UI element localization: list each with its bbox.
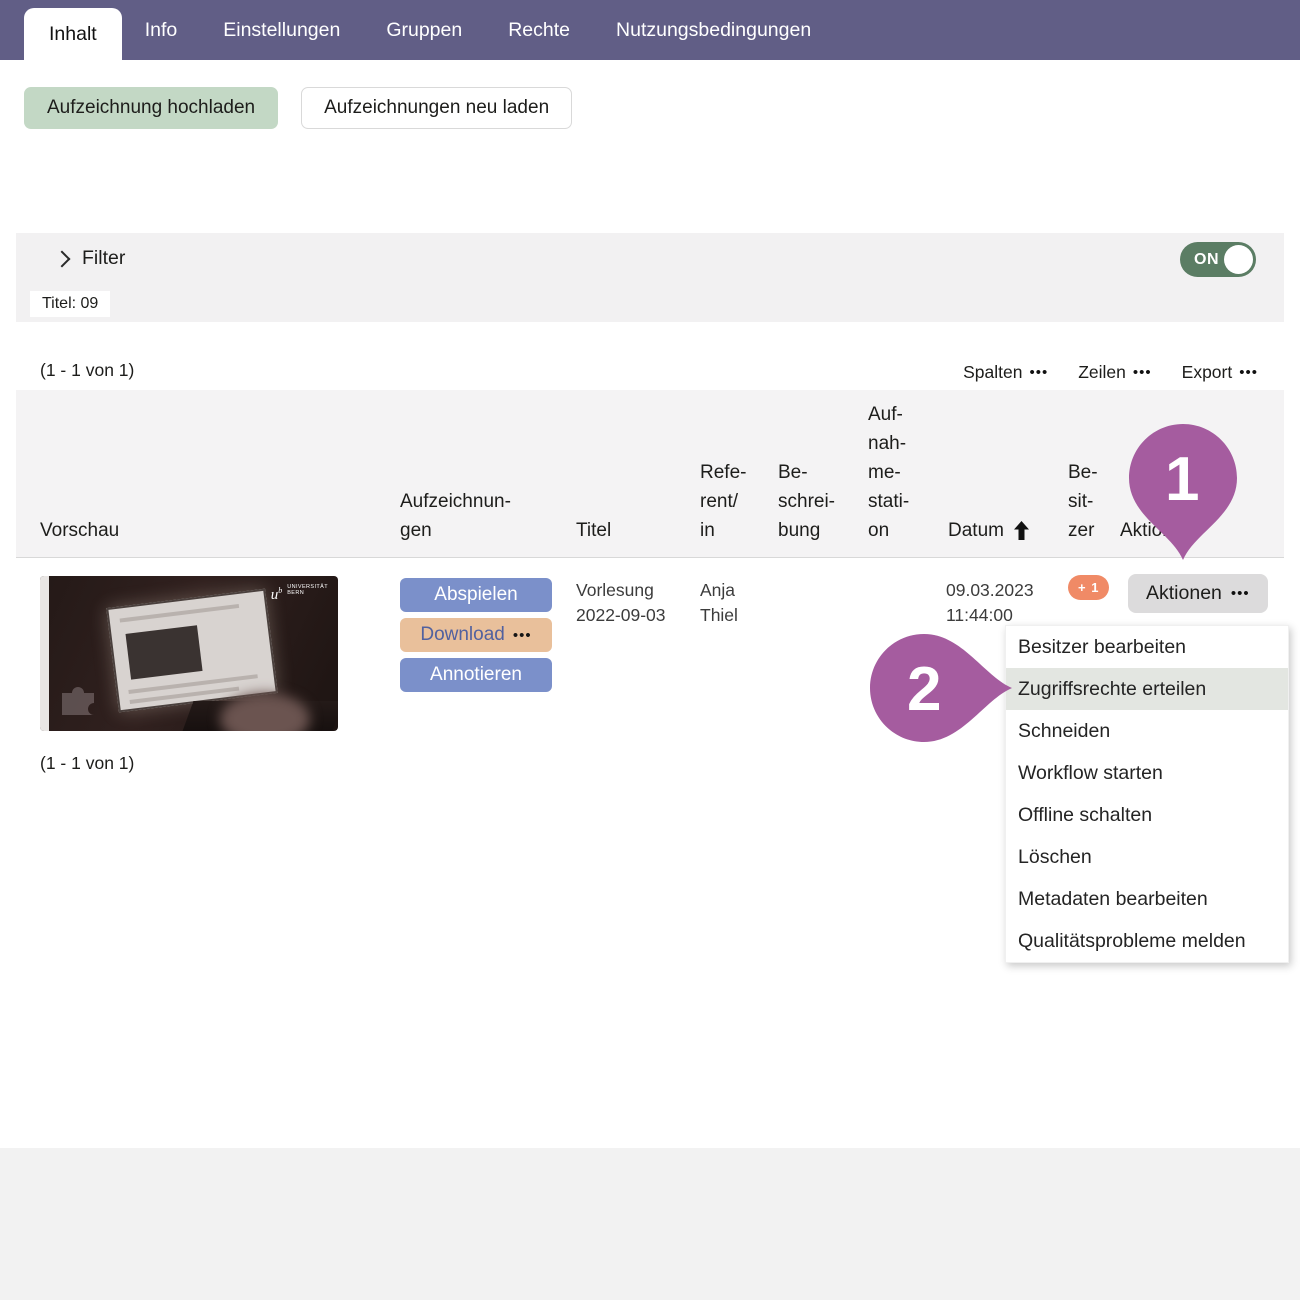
column-header-aufzeichnungen: Aufzeichnun- gen <box>400 487 511 545</box>
ellipsis-icon: ••• <box>513 627 532 644</box>
columns-label: Spalten <box>963 362 1022 383</box>
ellipsis-icon: ••• <box>1133 364 1152 381</box>
cell-titel: Vorlesung 2022-09-03 <box>576 578 676 628</box>
tab-inhalt[interactable]: Inhalt <box>24 8 122 60</box>
download-label: Download <box>420 624 505 646</box>
step-marker-1-number: 1 <box>1165 444 1199 515</box>
menu-item-loeschen[interactable]: Löschen <box>1006 836 1288 878</box>
row-actions-button[interactable]: Aktionen ••• <box>1128 574 1268 613</box>
reload-recordings-button[interactable]: Aufzeichnungen neu laden <box>301 87 572 129</box>
step-marker-2: 2 <box>868 632 1014 744</box>
toolbar: Aufzeichnung hochladen Aufzeichnungen ne… <box>24 87 572 129</box>
menu-item-besitzer-bearbeiten[interactable]: Besitzer bearbeiten <box>1006 626 1288 668</box>
menu-item-zugriffsrechte-erteilen[interactable]: Zugriffsrechte erteilen <box>1006 668 1288 710</box>
table-header: Vorschau Aufzeichnun- gen Titel Refe- re… <box>16 390 1284 558</box>
universitaet-bern-logo: ub UNIVERSITÄT BERN <box>271 584 328 602</box>
play-button[interactable]: Abspielen <box>400 578 552 612</box>
column-header-beschreibung[interactable]: Be- schrei- bung <box>778 458 835 545</box>
menu-item-offline-schalten[interactable]: Offline schalten <box>1006 794 1288 836</box>
download-button[interactable]: Download ••• <box>400 618 552 652</box>
tab-gruppen[interactable]: Gruppen <box>363 0 485 60</box>
tab-info[interactable]: Info <box>122 0 201 60</box>
screen-line <box>120 604 240 623</box>
columns-menu-button[interactable]: Spalten ••• <box>963 362 1048 383</box>
upload-recording-button[interactable]: Aufzeichnung hochladen <box>24 87 278 129</box>
list-controls: Spalten ••• Zeilen ••• Export ••• <box>963 362 1258 383</box>
rows-menu-button[interactable]: Zeilen ••• <box>1078 362 1151 383</box>
puzzle-piece-icon <box>58 679 104 719</box>
actions-label: Aktionen <box>1146 582 1222 605</box>
rows-label: Zeilen <box>1078 362 1126 383</box>
column-header-titel[interactable]: Titel <box>576 516 611 545</box>
datum-label: Datum <box>948 516 1004 545</box>
column-header-vorschau: Vorschau <box>40 516 119 545</box>
menu-item-workflow-starten[interactable]: Workflow starten <box>1006 752 1288 794</box>
chevron-right-icon <box>54 250 71 267</box>
column-header-referent[interactable]: Refe- rent/ in <box>700 458 746 545</box>
ellipsis-icon: ••• <box>1029 364 1048 381</box>
menu-item-metadaten-bearbeiten[interactable]: Metadaten bearbeiten <box>1006 878 1288 920</box>
recording-buttons: Abspielen Download ••• Annotieren <box>400 578 552 692</box>
export-label: Export <box>1182 362 1233 383</box>
hand-shape <box>220 693 310 731</box>
ellipsis-icon: ••• <box>1231 585 1250 602</box>
actions-dropdown-menu: Besitzer bearbeiten Zugriffsrechte ertei… <box>1005 625 1289 963</box>
sort-ascending-icon[interactable] <box>1013 521 1030 540</box>
top-navigation: Inhalt Info Einstellungen Gruppen Rechte… <box>0 0 1300 60</box>
toggle-knob[interactable] <box>1224 245 1253 274</box>
filter-toggle[interactable]: ON <box>1180 242 1256 277</box>
result-count-top: (1 - 1 von 1) <box>40 360 134 381</box>
menu-item-qualitaetsprobleme-melden[interactable]: Qualitätsprobleme melden <box>1006 920 1288 962</box>
step-marker-1: 1 <box>1127 422 1239 562</box>
cell-referent: Anja Thiel <box>700 578 762 628</box>
annotate-button[interactable]: Annotieren <box>400 658 552 692</box>
footer-band <box>0 1148 1300 1300</box>
video-player-area <box>125 625 202 679</box>
ellipsis-icon: ••• <box>1239 364 1258 381</box>
column-header-aufnahmestation[interactable]: Auf- nah- me- stati- on <box>868 400 909 545</box>
filter-label: Filter <box>82 247 125 270</box>
filter-chip-titel[interactable]: Titel: 09 <box>30 291 110 317</box>
filter-expander[interactable]: Filter <box>56 247 125 270</box>
step-marker-2-number: 2 <box>907 654 941 725</box>
thumbnail-edge <box>40 576 49 731</box>
video-thumbnail[interactable]: ub UNIVERSITÄT BERN <box>40 576 338 731</box>
besitzer-badge[interactable]: + 1 <box>1068 575 1109 600</box>
export-menu-button[interactable]: Export ••• <box>1182 362 1258 383</box>
column-header-besitzer[interactable]: Be- sit- zer <box>1068 458 1098 545</box>
toggle-on-label: ON <box>1194 251 1219 269</box>
cell-datum: 09.03.2023 11:44:00 <box>946 578 1058 628</box>
menu-item-schneiden[interactable]: Schneiden <box>1006 710 1288 752</box>
tab-rechte[interactable]: Rechte <box>485 0 593 60</box>
tab-einstellungen[interactable]: Einstellungen <box>200 0 363 60</box>
filter-panel: Filter Titel: 09 ON <box>16 233 1284 322</box>
result-count-bottom: (1 - 1 von 1) <box>40 753 134 774</box>
column-header-datum[interactable]: Datum <box>948 516 1030 545</box>
tab-nutzungsbedingungen[interactable]: Nutzungsbedingungen <box>593 0 834 60</box>
